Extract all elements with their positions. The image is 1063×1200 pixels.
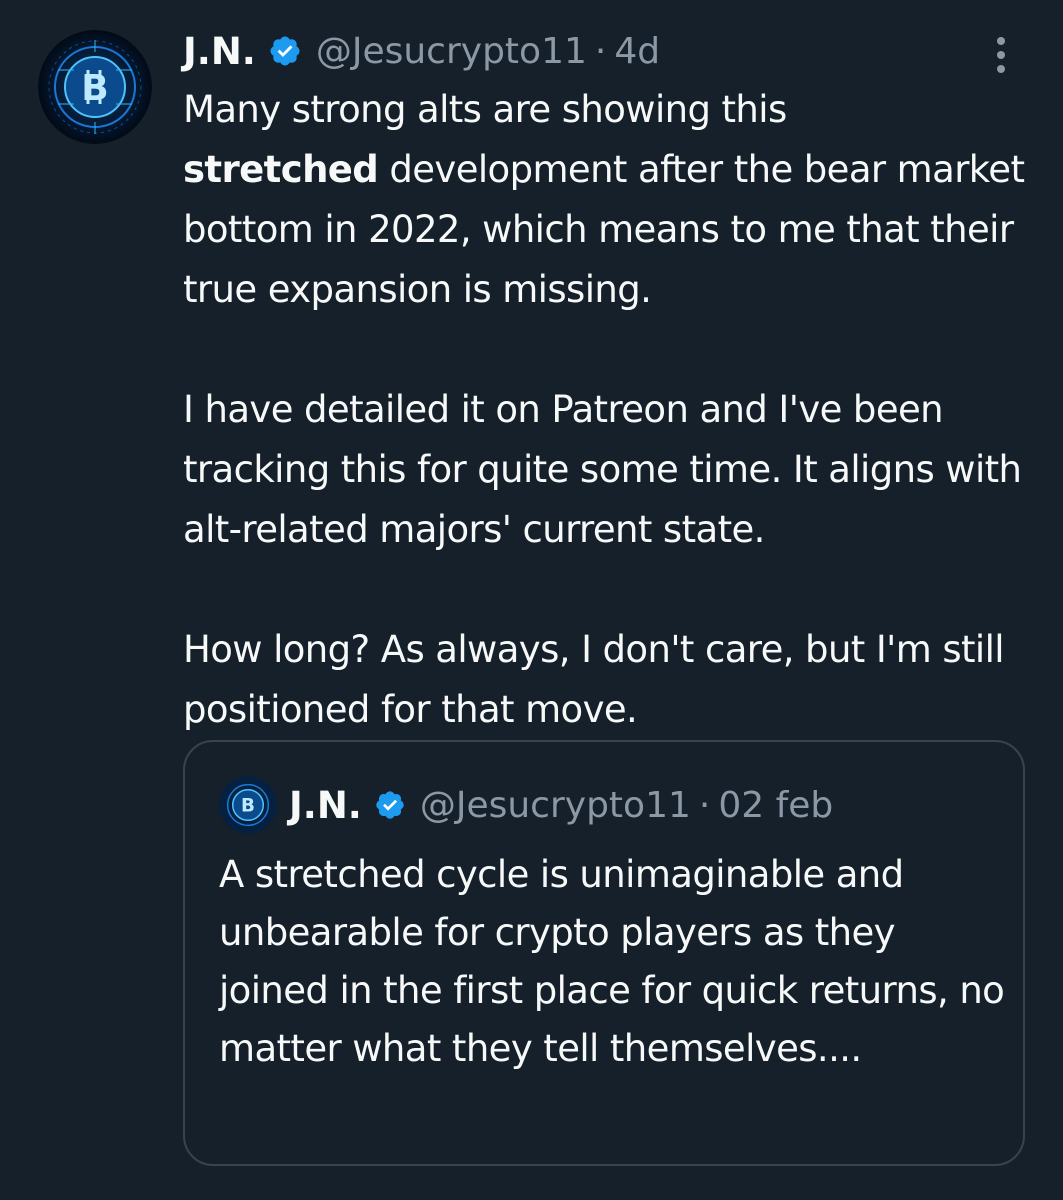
verified-badge-icon xyxy=(374,789,406,821)
separator-dot: · xyxy=(698,784,711,826)
bold-word: stretched xyxy=(183,148,379,191)
tweet-header: J.N. @Jesucrypto11 · 4d xyxy=(183,24,660,78)
verified-badge-icon xyxy=(268,34,302,68)
tweet-paragraph-3: How long? As always, I don't care, but I… xyxy=(183,628,1005,731)
tweet-paragraph-2: I have detailed it on Patreon and I've b… xyxy=(183,388,1022,551)
bitcoin-avatar-icon: B xyxy=(38,30,152,144)
more-options-icon[interactable] xyxy=(990,34,1012,76)
quoted-author-name: J.N. xyxy=(289,783,362,827)
svg-text:B: B xyxy=(241,796,255,817)
tweet-paragraph-1: Many strong alts are showing this stretch… xyxy=(183,80,1043,320)
bitcoin-avatar-icon: B xyxy=(219,776,277,834)
quoted-author-handle: @Jesucrypto11 xyxy=(419,784,691,826)
quoted-author-avatar: B xyxy=(219,776,277,834)
quoted-tweet-text: A stretched cycle is unimaginable and un… xyxy=(219,853,1005,1070)
quoted-tweet-header: J.N. @Jesucrypto11 · 02 feb xyxy=(289,778,833,832)
svg-text:B: B xyxy=(81,68,108,109)
tweet-timestamp[interactable]: 4d xyxy=(614,31,660,72)
quoted-tweet[interactable]: B J.N. @Jesucrypto11 · 02 feb A stretche… xyxy=(183,740,1025,1166)
author-avatar[interactable]: B xyxy=(38,30,152,144)
tweet: B J.N. @Jesucrypto11 · 4d Many strong al… xyxy=(0,0,1063,1200)
tweet-text: Many strong alts are showing this stretch… xyxy=(183,80,1043,740)
author-handle[interactable]: @Jesucrypto11 xyxy=(316,31,587,72)
separator-dot: · xyxy=(594,30,607,72)
author-name[interactable]: J.N. xyxy=(183,30,256,73)
paragraph-1-start: Many strong alts are showing this xyxy=(183,88,787,131)
quoted-tweet-timestamp: 02 feb xyxy=(718,784,834,826)
